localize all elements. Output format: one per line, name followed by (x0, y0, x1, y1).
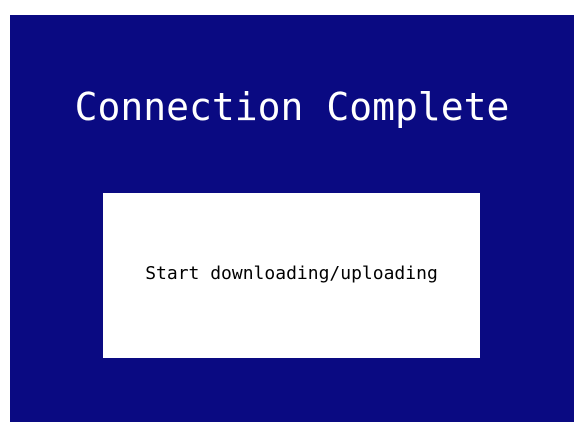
status-message: Start downloading/uploading (145, 263, 438, 284)
screen-title: Connection Complete (74, 85, 510, 129)
status-button[interactable]: Start downloading/uploading (103, 193, 480, 358)
connection-screen: Connection Complete Start downloading/up… (10, 15, 574, 422)
